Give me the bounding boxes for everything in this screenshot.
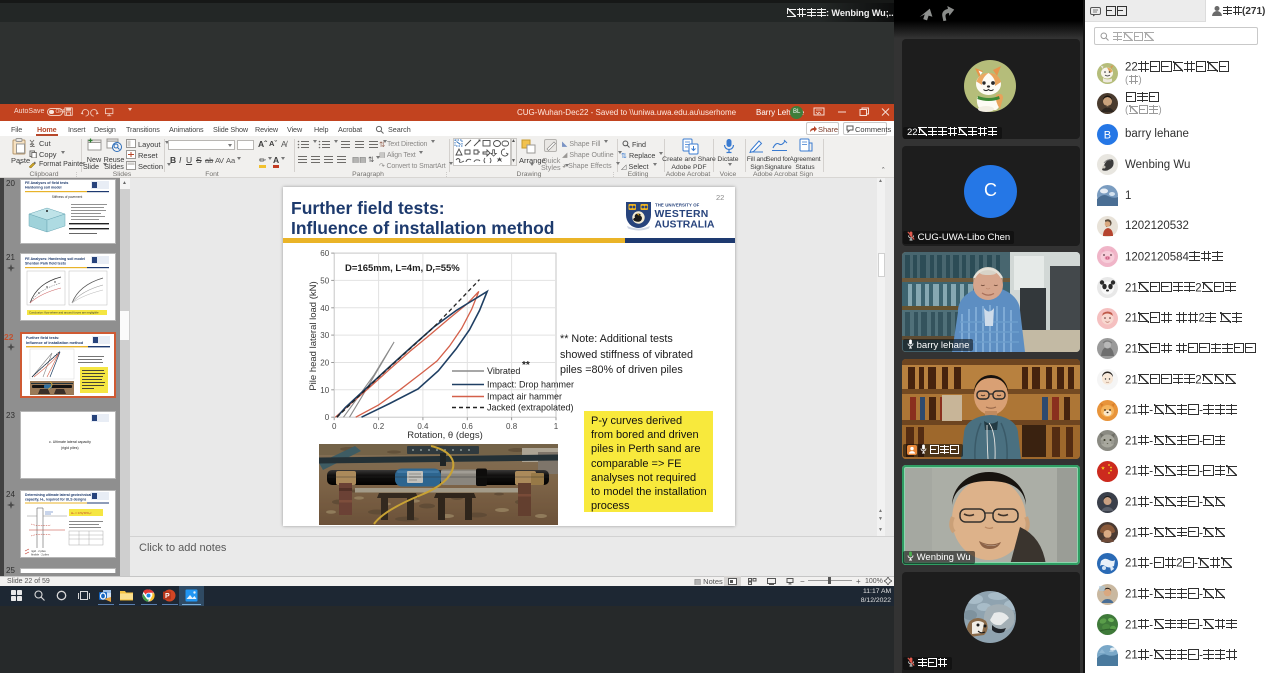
svg-text:Jacked (extrapolated): Jacked (extrapolated) (487, 403, 574, 413)
svg-text:Further field tests:: Further field tests: (26, 336, 59, 340)
svg-text:c. Ultimate lateral capacity: c. Ultimate lateral capacity (49, 440, 91, 444)
svg-text:Shenton Park field tests: Shenton Park field tests (25, 262, 66, 266)
svg-text:AUSTRALIA: AUSTRALIA (655, 220, 716, 231)
svg-text:Impact: Drop hammer: Impact: Drop hammer (487, 380, 574, 390)
svg-text:Influence of installation meth: Influence of installation method (26, 341, 84, 345)
svg-text:FE Analyses: Hardening soil mo: FE Analyses: Hardening soil model (25, 257, 85, 261)
svg-text:Determining ultimate lateral g: Determining ultimate lateral geotechnica… (25, 493, 91, 497)
svg-text:B: B (1104, 129, 1111, 141)
svg-text:40: 40 (320, 304, 329, 313)
svg-text:**: ** (522, 360, 530, 371)
svg-text:60: 60 (320, 249, 329, 258)
svg-text:20: 20 (320, 359, 329, 368)
svg-text:D=165mm, L=4m, Dr=55%: D=165mm, L=4m, Dr=55% (345, 263, 460, 275)
svg-text:capacity, Hᵤ, required for ULS: capacity, Hᵤ, required for ULS designs (25, 498, 86, 502)
svg-text:Vibrated: Vibrated (487, 366, 520, 376)
svg-text:50: 50 (320, 276, 329, 285)
svg-text:1: 1 (554, 422, 559, 431)
svg-text:P: P (165, 593, 170, 600)
svg-text:WESTERN: WESTERN (655, 209, 709, 220)
svg-text:rigid · 2 piles: rigid · 2 piles (31, 549, 46, 553)
svg-text:0: 0 (325, 413, 330, 422)
svg-text:FE Analyses of field tests: FE Analyses of field tests (25, 181, 68, 185)
svg-text:Rotation, θ (degs): Rotation, θ (degs) (407, 430, 483, 441)
svg-text:THE UNIVERSITY OF: THE UNIVERSITY OF (655, 203, 700, 208)
svg-text:(rigid piles): (rigid piles) (61, 446, 79, 450)
svg-text:Hᵤ = 0.5γ′D³Kₚ²: Hᵤ = 0.5γ′D³Kₚ² (71, 511, 91, 515)
svg-text:Hardening soil model: Hardening soil model (25, 186, 62, 190)
svg-text:10: 10 (320, 386, 329, 395)
svg-text:Impact air hammer: Impact air hammer (487, 392, 562, 402)
svg-text:30: 30 (320, 331, 329, 340)
svg-text:flexible · 2 piles: flexible · 2 piles (31, 553, 50, 557)
svg-text:Stiffness of pavement: Stiffness of pavement (51, 195, 82, 199)
svg-text:Conclusion: flow where and aro: Conclusion: flow where and around forces… (29, 311, 99, 315)
svg-text:0.2: 0.2 (373, 422, 385, 431)
svg-text:Pile head lateral load (kN): Pile head lateral load (kN) (308, 281, 319, 390)
svg-text:0.8: 0.8 (506, 422, 518, 431)
svg-text:0: 0 (332, 422, 337, 431)
